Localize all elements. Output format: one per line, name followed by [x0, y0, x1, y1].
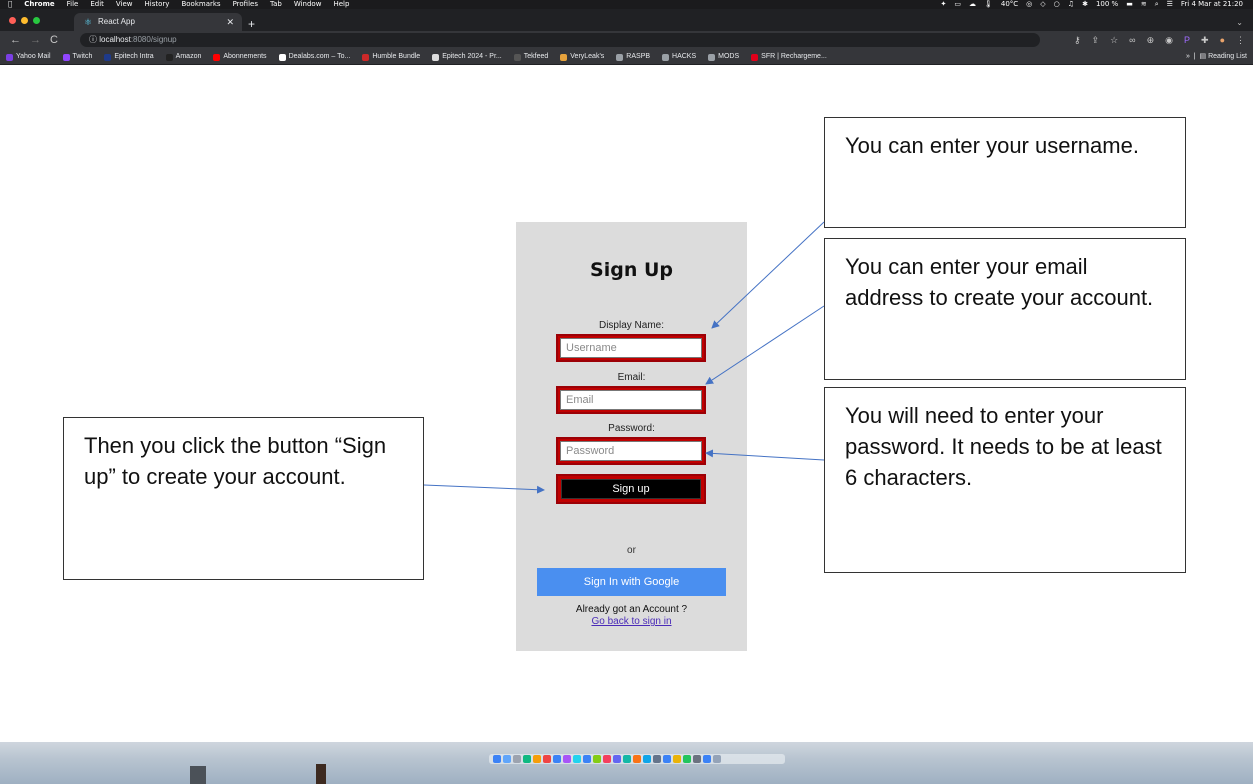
dock-app-icon[interactable] [643, 755, 651, 763]
dock-app-icon[interactable] [533, 755, 541, 763]
dock-app-icon[interactable] [703, 755, 711, 763]
dock-app-icon[interactable] [553, 755, 561, 763]
dock-app-icon[interactable] [663, 755, 671, 763]
arrow-signup [423, 484, 545, 494]
arrow-email [705, 305, 825, 385]
dock-app-icon[interactable] [633, 755, 641, 763]
dock-app-icon[interactable] [593, 755, 601, 763]
dock [489, 754, 785, 764]
callout-arrows [423, 221, 825, 494]
dock-app-icon[interactable] [563, 755, 571, 763]
dock-app-icon[interactable] [573, 755, 581, 763]
arrow-password [705, 449, 825, 461]
dock-app-icon[interactable] [523, 755, 531, 763]
dock-app-icon[interactable] [583, 755, 591, 763]
dock-app-icon[interactable] [493, 755, 501, 763]
desktop-object [190, 766, 206, 784]
dock-app-icon[interactable] [713, 755, 721, 763]
dock-app-icon[interactable] [603, 755, 611, 763]
dock-app-icon[interactable] [543, 755, 551, 763]
desktop-object [316, 764, 326, 784]
dock-app-icon[interactable] [503, 755, 511, 763]
dock-app-icon[interactable] [683, 755, 691, 763]
arrow-username [711, 221, 825, 329]
dock-app-icon[interactable] [613, 755, 621, 763]
dock-app-icon[interactable] [513, 755, 521, 763]
dock-app-icon[interactable] [673, 755, 681, 763]
dock-app-icon[interactable] [653, 755, 661, 763]
dock-app-icon[interactable] [623, 755, 631, 763]
dock-app-icon[interactable] [693, 755, 701, 763]
